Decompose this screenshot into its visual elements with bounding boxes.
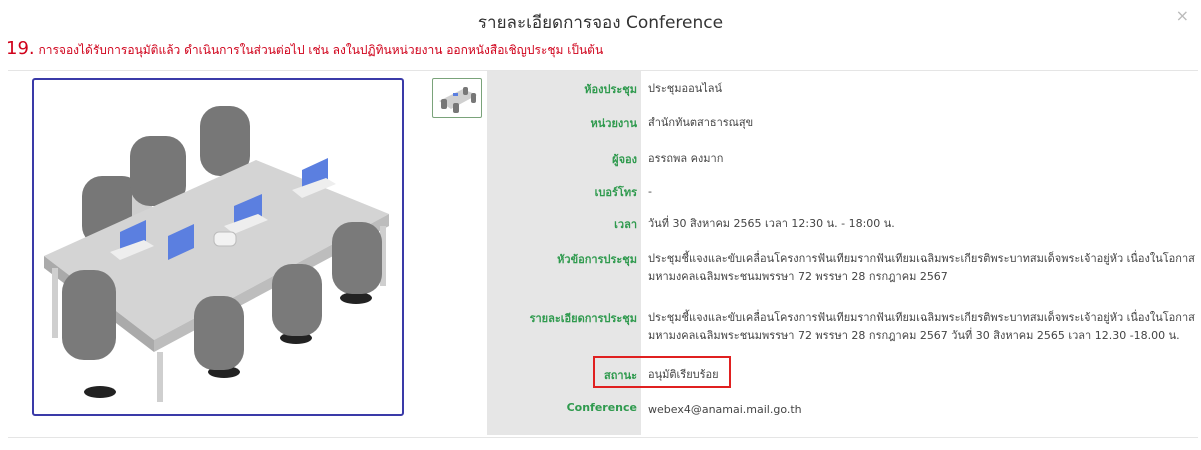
room-thumbnail[interactable] — [432, 78, 482, 118]
conference-label: Conference — [566, 401, 637, 414]
note-text: การจองได้รับการอนุมัติแล้ว ดำเนินการในส่… — [38, 43, 604, 57]
status-value: อนุมัติเรียบร้อย — [648, 368, 719, 381]
time-value: วันที่ 30 สิงหาคม 2565 เวลา 12:30 น. - 1… — [648, 217, 895, 230]
room-label: ห้องประชุม — [584, 83, 637, 96]
close-icon[interactable]: × — [1176, 6, 1189, 25]
booker-label: ผู้จอง — [612, 153, 637, 166]
room-value: ประชุมออนไลน์ — [648, 82, 723, 95]
booker-value: อรรถพล คงมาก — [648, 152, 724, 165]
description-value: ประชุมชี้แจงและขับเคลื่อนโครงการฟันเทียม… — [648, 311, 1195, 342]
department-label: หน่วยงาน — [590, 117, 637, 130]
instruction-note: 19. การจองได้รับการอนุมัติแล้ว ดำเนินการ… — [6, 38, 603, 60]
thumbnail-illustration — [439, 87, 477, 113]
department-value: สำนักทันตสาธารณสุข — [648, 116, 754, 129]
conference-value: webex4@anamai.mail.go.th — [648, 403, 802, 416]
dialog-title: รายละเอียดการจอง Conference — [477, 13, 724, 33]
time-label: เวลา — [614, 218, 637, 231]
phone-value: - — [648, 185, 652, 198]
topic-value: ประชุมชี้แจงและขับเคลื่อนโครงการฟันเทียม… — [648, 252, 1195, 283]
description-label: รายละเอียดการประชุม — [529, 312, 637, 325]
room-image — [32, 78, 404, 416]
status-label: สถานะ — [604, 369, 637, 382]
note-number: 19. — [6, 38, 35, 59]
phone-label: เบอร์โทร — [594, 186, 637, 199]
conference-table-illustration — [44, 106, 389, 402]
topic-label: หัวข้อการประชุม — [557, 253, 637, 266]
